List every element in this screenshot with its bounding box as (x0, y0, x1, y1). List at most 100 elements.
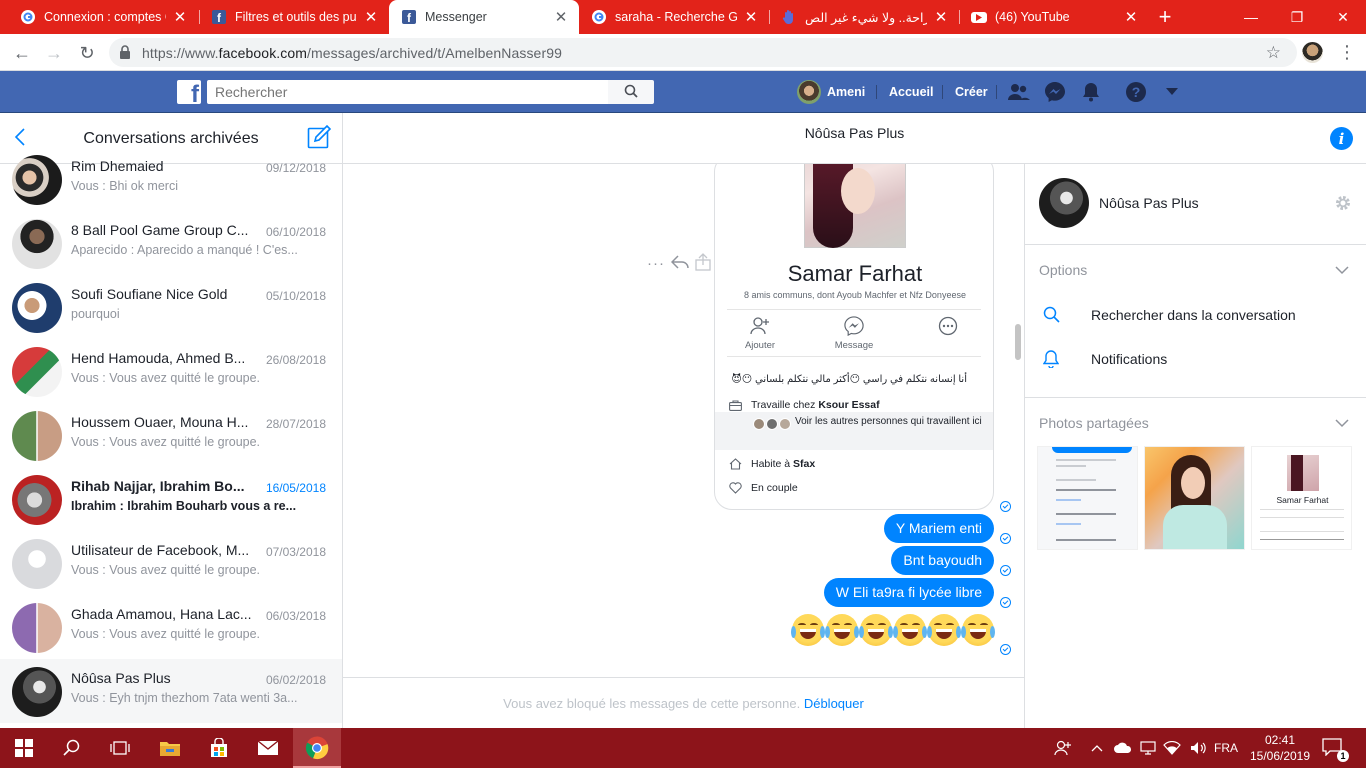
reload-icon[interactable]: ↻ (75, 41, 99, 65)
shared-photo-thumbnail[interactable] (1144, 446, 1245, 550)
browser-tab[interactable]: f Filtres et outils des publ ✕ (199, 0, 389, 34)
conversation-list-item[interactable]: Nôûsa Pas Plus 06/02/2018 Vous : Eyh tnjm … (0, 659, 342, 723)
conversation-title[interactable]: Nôûsa Pas Plus (343, 125, 1366, 141)
chevron-down-icon[interactable] (1335, 416, 1349, 431)
windows-start-icon[interactable] (0, 728, 48, 768)
chevron-down-icon[interactable] (1335, 263, 1349, 278)
home-link[interactable]: Accueil (889, 71, 933, 113)
notifications-option[interactable]: Notifications (1039, 350, 1167, 368)
friends-icon[interactable] (1007, 80, 1031, 104)
search-in-conversation-option[interactable]: Rechercher dans la conversation (1039, 306, 1296, 323)
message-bubble[interactable]: Bnt bayoudh (891, 546, 994, 575)
chevron-up-icon[interactable] (1091, 728, 1103, 768)
close-icon[interactable]: ✕ (553, 8, 569, 26)
conversation-list-item[interactable]: Soufi Soufiane Nice Gold 05/10/2018 pourqu… (0, 275, 342, 339)
url-text[interactable]: https://www.facebook.com/messages/archiv… (142, 45, 562, 61)
more-button[interactable] (913, 315, 983, 340)
shared-photo-thumbnail[interactable] (1037, 446, 1138, 550)
search-input[interactable] (207, 80, 608, 104)
tab-title: saraha - Recherche Goo (615, 10, 737, 24)
conversation-list-item[interactable]: 8 Ball Pool Game Group C... 06/10/2018 Apa… (0, 211, 342, 275)
conversation-list-item[interactable]: Rihab Najjar, Ibrahim Bo... 16/05/2018 Ibr… (0, 467, 342, 531)
chrome-icon[interactable] (293, 728, 341, 768)
close-window-icon[interactable]: ✕ (1320, 0, 1366, 34)
task-view-icon[interactable] (96, 728, 144, 768)
file-explorer-icon[interactable] (146, 728, 194, 768)
shared-profile-card[interactable]: Samar Farhat 8 amis communs, dont Ayoub … (714, 164, 994, 510)
contact-name[interactable]: Nôûsa Pas Plus (1099, 195, 1199, 211)
conversation-list-item[interactable]: Houssem Ouaer, Mouna H... 28/07/2018 Vous … (0, 403, 342, 467)
info-icon[interactable]: i (1330, 127, 1353, 150)
gear-icon[interactable] (1334, 194, 1352, 217)
avatar (12, 283, 62, 333)
close-icon[interactable]: ✕ (743, 8, 759, 26)
divider (727, 309, 981, 310)
reply-icon[interactable] (670, 254, 689, 273)
browser-tab[interactable]: الصراحة.. ولا شيء غير الص ✕ (769, 0, 959, 34)
message-bubble[interactable]: Y Mariem enti (883, 514, 994, 543)
browser-profile-avatar[interactable] (1302, 42, 1323, 63)
conversation-date: 28/07/2018 (265, 417, 326, 431)
browser-tab[interactable]: saraha - Recherche Goo ✕ (579, 0, 769, 34)
search-icon[interactable] (48, 728, 96, 768)
avatar (12, 667, 62, 717)
close-icon[interactable]: ✕ (933, 8, 949, 26)
browser-tab-active[interactable]: f Messenger ✕ (389, 0, 579, 34)
search-button[interactable] (608, 80, 654, 104)
browser-tab[interactable]: (46) YouTube ✕ (959, 0, 1149, 34)
options-heading[interactable]: Options (1039, 262, 1087, 278)
forward-arrow-icon[interactable]: → (42, 41, 66, 65)
facebook-logo-icon[interactable]: f (177, 80, 201, 104)
add-friend-button[interactable]: Ajouter (725, 315, 795, 351)
messenger-icon[interactable] (1043, 80, 1067, 104)
more-options-icon[interactable]: ··· (647, 255, 665, 272)
help-icon[interactable]: ? (1124, 80, 1148, 104)
message-label: Message (834, 340, 874, 351)
store-icon[interactable] (195, 728, 243, 768)
new-tab-button[interactable]: + (1150, 0, 1180, 34)
conversation-snippet: Ibrahim : Ibrahim Bouharb vous a re... (71, 499, 297, 513)
message-button[interactable]: Message (819, 315, 889, 351)
conversation-list-item[interactable]: Hend Hamouda, Ahmed B... 26/08/2018 Vous :… (0, 339, 342, 403)
close-icon[interactable]: ✕ (172, 8, 188, 26)
conversation-snippet: Vous : Vous avez quitté le groupe. (71, 627, 261, 641)
language-indicator[interactable]: FRA (1214, 728, 1238, 768)
maximize-icon[interactable]: ❐ (1274, 0, 1320, 34)
dropdown-triangle-icon[interactable] (1160, 80, 1184, 104)
shared-photo-thumbnail[interactable]: Samar Farhat (1251, 446, 1352, 550)
conversation-name: Hend Hamouda, Ahmed B... (71, 350, 246, 366)
conversation-list-item[interactable]: Ghada Amamou, Hana Lac... 06/03/2018 Vous … (0, 595, 342, 659)
mail-icon[interactable] (244, 728, 292, 768)
coworkers-row[interactable]: Voir les autres personnes qui travaillen… (715, 412, 993, 450)
laughing-emoji-icon (825, 614, 859, 646)
action-center-icon[interactable]: 1 (1322, 738, 1349, 762)
facebook-icon: f (401, 9, 417, 25)
create-link[interactable]: Créer (955, 71, 988, 113)
back-arrow-icon[interactable]: ← (10, 41, 34, 65)
minimize-icon[interactable]: — (1228, 0, 1274, 34)
system-clock[interactable]: 02:41 15/06/2019 (1246, 732, 1314, 764)
people-icon[interactable] (1054, 728, 1072, 768)
share-icon[interactable] (695, 253, 711, 274)
bell-icon[interactable] (1079, 80, 1103, 104)
address-bar[interactable]: https://www.facebook.com/messages/archiv… (109, 38, 1297, 67)
emoji-message[interactable] (791, 614, 995, 646)
volume-icon[interactable] (1190, 728, 1208, 768)
scrollbar[interactable] (1015, 324, 1021, 360)
profile-link[interactable]: Ameni (797, 71, 865, 113)
network-adapter-icon[interactable] (1140, 728, 1156, 768)
message-bubble[interactable]: W Eli ta9ra fi lycée libre (823, 578, 994, 607)
browser-menu-icon[interactable]: ⋮ (1338, 40, 1356, 64)
shared-photos-heading[interactable]: Photos partagées (1039, 415, 1149, 431)
browser-tab[interactable]: Connexion : comptes G ✕ (8, 0, 198, 34)
wifi-icon[interactable] (1163, 728, 1181, 768)
conversation-list-item[interactable]: Rim Dhemaied 09/12/2018 Vous : Bhi ok merc… (0, 147, 342, 211)
bookmark-star-icon[interactable]: ☆ (1266, 43, 1281, 63)
close-icon[interactable]: ✕ (1123, 8, 1139, 26)
avatar[interactable] (1039, 178, 1089, 228)
unblock-link[interactable]: Débloquer (804, 696, 864, 711)
cloud-icon[interactable] (1113, 728, 1133, 768)
message-thread[interactable]: ··· Samar Farhat 8 amis communs, dont Ay… (343, 164, 1025, 677)
close-icon[interactable]: ✕ (363, 8, 379, 26)
conversation-list-item[interactable]: Utilisateur de Facebook, M... 07/03/2018 V… (0, 531, 342, 595)
